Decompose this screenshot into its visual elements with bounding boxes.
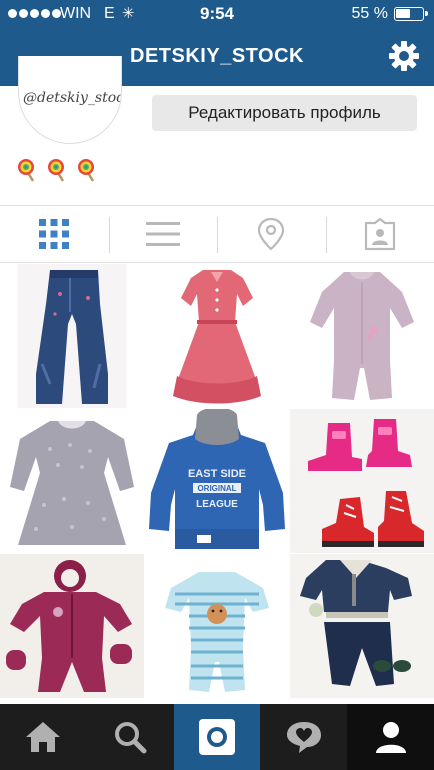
lollipop-icon: [48, 159, 65, 182]
profile-view-tabs: [0, 205, 434, 263]
blue-hoodie-photo: EAST SIDE ORIGINAL LEAGUE: [145, 409, 289, 553]
photo-thumbnail-sleepsuit[interactable]: [290, 264, 434, 408]
striped-romper-photo: [145, 554, 289, 698]
settings-gear-icon[interactable]: [388, 40, 420, 72]
tab-home[interactable]: [0, 704, 87, 770]
photo-thumbnail-striped-romper[interactable]: [145, 554, 289, 698]
lollipop-icon: [18, 159, 35, 182]
tab-list-view[interactable]: [108, 206, 218, 262]
profile-icon: [375, 722, 406, 753]
boots-photo: [290, 409, 434, 553]
photo-thumbnail-jacket-trousers[interactable]: [290, 554, 434, 698]
photo-grid: EAST SIDE ORIGINAL LEAGUE: [0, 264, 434, 704]
activity-icon: [286, 722, 321, 753]
tab-photo-map[interactable]: [217, 206, 326, 262]
search-icon: [115, 722, 147, 754]
avatar-logo-text: @detskiy_stock: [23, 90, 122, 106]
bio: [16, 158, 98, 182]
tab-camera[interactable]: [173, 704, 261, 770]
list-view-icon: [145, 222, 180, 246]
photo-thumbnail-snowsuit[interactable]: [0, 554, 144, 698]
photo-thumbnail-grey-dress[interactable]: [0, 409, 144, 553]
sleepsuit-photo: [290, 264, 434, 408]
grey-dress-photo: [0, 409, 144, 553]
edit-profile-button[interactable]: Редактировать профиль: [152, 95, 417, 131]
battery-icon: [394, 7, 428, 21]
camera-icon: [198, 719, 235, 755]
lollipop-icon: [78, 159, 95, 182]
tab-profile[interactable]: [347, 704, 434, 770]
tab-grid-view[interactable]: [0, 206, 109, 262]
hoodie-print-line2: ORIGINAL: [197, 484, 236, 493]
bottom-tab-bar: [0, 704, 434, 770]
photo-thumbnail-jeans[interactable]: [0, 264, 144, 408]
tagged-photos-icon: [364, 217, 395, 251]
hoodie-print-line1: EAST SIDE: [188, 468, 246, 480]
hoodie-print-line3: LEAGUE: [196, 499, 238, 510]
location-pin-icon: [258, 217, 285, 251]
jeans-photo: [0, 264, 144, 408]
jacket-trousers-photo: [290, 554, 434, 698]
battery-percentage: 55 %: [351, 5, 388, 22]
status-bar: WIN E ✳ 9:54 55 %: [0, 0, 434, 28]
tab-tagged-photos[interactable]: [325, 206, 434, 262]
profile-avatar[interactable]: @detskiy_stock: [18, 56, 122, 144]
photo-thumbnail-blue-hoodie[interactable]: EAST SIDE ORIGINAL LEAGUE: [145, 409, 289, 553]
photo-thumbnail-boots[interactable]: [290, 409, 434, 553]
grid-view-icon: [39, 219, 70, 249]
tab-explore[interactable]: [87, 704, 174, 770]
photo-thumbnail-red-dress[interactable]: [145, 264, 289, 408]
home-icon: [26, 722, 61, 752]
red-dress-photo: [145, 264, 289, 408]
tab-activity[interactable]: [260, 704, 347, 770]
snowsuit-photo: [0, 554, 144, 698]
